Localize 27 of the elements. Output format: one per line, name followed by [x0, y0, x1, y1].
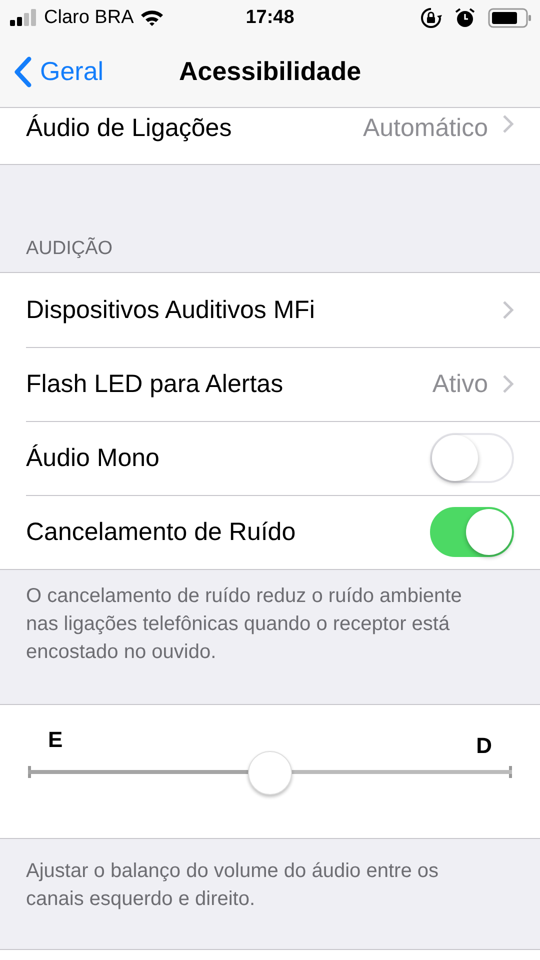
alarm-icon	[454, 7, 476, 29]
setting-value: Ativo	[432, 370, 488, 398]
left-channel-label: E	[48, 727, 63, 754]
signal-icon	[10, 9, 38, 27]
chevron-icon[interactable]	[502, 374, 514, 394]
chevron-icon[interactable]	[502, 300, 514, 320]
page-title: Acessibilidade	[178, 56, 362, 86]
back-button[interactable]: Geral	[0, 56, 104, 88]
chevron-icon[interactable]	[502, 114, 514, 134]
wifi-icon	[140, 9, 164, 27]
setting-value: Automático	[362, 114, 488, 143]
clock-time: 17:48	[246, 7, 294, 28]
rotation-lock-icon	[420, 7, 442, 29]
back-chevron-icon	[14, 56, 32, 88]
balance-footer: Ajustar o balanço do volume do áudio entre os canais esquerdo e direito.	[26, 860, 438, 910]
toggle-switch[interactable]	[430, 507, 514, 557]
battery-icon	[488, 8, 532, 28]
section-footer: O cancelamento de ruído reduz o ruído ambiente nas ligações telefônicas quando o receptor está encostado no ouvido.	[26, 585, 462, 663]
carrier-name: Claro BRA	[44, 7, 134, 29]
slider-thumb[interactable]	[248, 751, 292, 795]
setting-label: Áudio de Ligações	[26, 114, 232, 143]
setting-label: Cancelamento de Ruído	[26, 518, 296, 546]
setting-label: Flash LED para Alertas	[26, 370, 284, 398]
setting-label: Dispositivos Auditivos MFi	[26, 296, 315, 324]
setting-label: Áudio Mono	[26, 444, 160, 472]
right-channel-label: D	[476, 733, 492, 759]
section-header: AUDIÇÃO	[26, 238, 113, 259]
